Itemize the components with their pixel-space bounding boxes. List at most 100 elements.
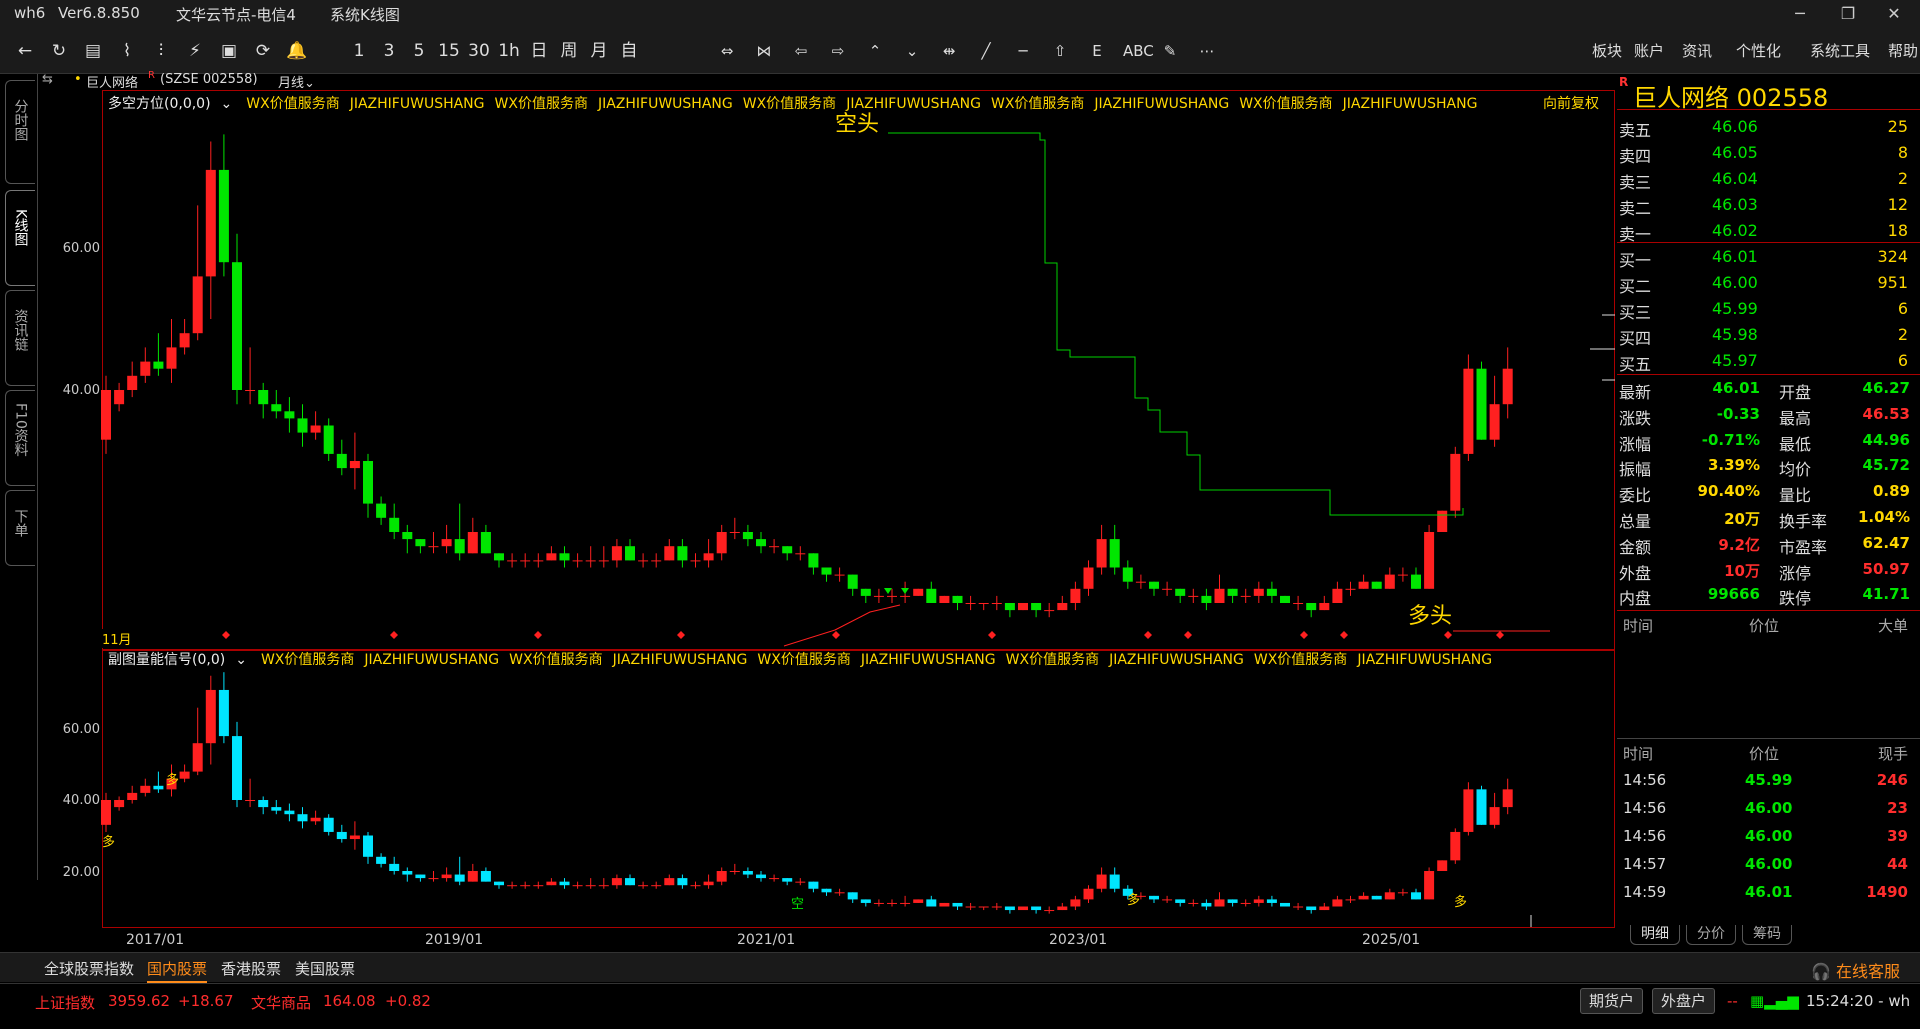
candle-body [965,603,976,604]
sub-candle-body [1214,899,1225,907]
bid-price: 45.98 [1712,325,1758,344]
market-tab-1[interactable]: 国内股票 [147,958,208,983]
candle-body [1149,581,1159,589]
tick-time: 14:56 [1623,827,1667,845]
bid-row[interactable]: 买四 45.98 2 [1617,322,1920,348]
ask-row[interactable]: 卖四 46.05 8 [1617,140,1920,166]
bid-row[interactable]: 买二 46.00 951 [1617,270,1920,296]
ask-row[interactable]: 卖一 46.02 18 [1617,218,1920,244]
bid-label: 买二 [1619,277,1652,296]
market-tab-0[interactable]: 全球股票指数 [44,958,134,979]
candle-body [585,560,596,562]
sub-candle-body [1188,902,1199,904]
volume-signal-mark: 空 [791,897,804,912]
candle-body [205,169,216,277]
sub-candle-body [1345,899,1356,901]
stat-value: 1.04% [1857,508,1910,526]
stat-label: 涨跌 [1619,408,1652,428]
quote-tab-2[interactable]: 筹码 [1742,925,1792,945]
ask-row[interactable]: 卖二 46.03 12 [1617,192,1920,218]
sub-candle-body [1018,906,1028,911]
sub-candle-body [1306,906,1317,911]
candle-body [1031,603,1042,611]
sub-candle-body [1096,874,1107,889]
signal-diamond [1496,631,1504,639]
candle-body [153,361,164,369]
candle-body [1122,567,1133,582]
tick-volume: 1490 [1866,883,1908,901]
futures-account-button[interactable]: 期货户 [1580,988,1644,1014]
stat-value: -0.33 [1716,404,1760,423]
candle-body [795,553,806,555]
sub-candle-body [742,871,753,875]
stat-label: 均价 [1779,460,1812,480]
commodity-index-name[interactable]: 文华商品 [251,992,311,1013]
col-volume: 大单 [1877,617,1908,635]
bid-row[interactable]: 买五 45.97 6 [1617,348,1920,374]
candle-body [127,375,138,390]
candle-body [664,546,675,561]
candle-body [782,546,793,554]
stat-label: 跌停 [1779,589,1812,609]
sub-candle-body [1411,892,1421,900]
candle-body [887,595,897,597]
sub-candle-body [729,871,740,872]
ask-row[interactable]: 卖三 46.04 2 [1617,166,1920,192]
sub-candle-body [1201,902,1212,907]
candle-body [1188,595,1199,597]
tick-volume: 23 [1887,799,1908,817]
sub-candle-body [1266,899,1277,903]
candle-body [716,532,727,554]
candle-body [1057,603,1068,611]
stat-label: 内盘 [1619,589,1652,609]
sub-candle-body [952,902,963,907]
tick-price: 46.00 [1745,799,1793,817]
sub-candle-body [323,817,334,832]
bid-label: 买三 [1619,303,1652,322]
quote-title: 巨人网络 002558 [1633,78,1828,113]
candle-body [1463,368,1474,454]
candle-body [363,461,373,504]
stat-label: 总量 [1619,512,1652,531]
y-tick-label: 20.00 [62,865,100,880]
index-name[interactable]: 上证指数 [35,992,95,1013]
x-tick-label: 2019/01 [425,932,484,948]
divider [1617,242,1920,243]
sub-candle-body [205,689,216,744]
candle-body [900,595,911,597]
market-tab-3[interactable]: 美国股票 [295,958,355,979]
foreign-account-button[interactable]: 外盘户 [1652,988,1716,1014]
sub-candle-body [127,792,138,800]
tick-row: 14:56 45.99 246 [1617,768,1920,794]
ask-row[interactable]: 卖五 46.06 25 [1617,114,1920,140]
online-service-button[interactable]: 🎧 在线客服 [1811,958,1900,982]
market-tab-2[interactable]: 香港股票 [221,958,281,979]
candle-body [349,461,360,469]
x-tick-label: 2023/01 [1049,932,1108,948]
ask-volume: 25 [1887,117,1908,136]
sub-candle-body [664,878,675,886]
stat-value: 90.40% [1697,482,1760,501]
candle-body [1424,532,1435,589]
sub-candle-body [821,888,832,893]
candle-body [939,595,950,603]
candle-body [232,262,242,390]
sub-candle-body [153,785,164,790]
big-order-header: 时间 价位 大单 [1617,612,1920,638]
candle-body [677,546,688,561]
quote-tab-0[interactable]: 明细 [1630,925,1680,945]
connection-icon: ▦▂▄▆ [1750,992,1799,1010]
candle-body [1489,404,1500,440]
sub-candle-body [363,835,373,857]
sub-candle-body [991,906,1002,908]
bid-row[interactable]: 买一 46.01 324 [1617,244,1920,270]
bid-row[interactable]: 买三 45.99 6 [1617,296,1920,322]
candle-body [1162,588,1173,590]
sub-candle-body [1253,899,1264,903]
candle-body [441,539,452,547]
y-tick-label: 60.00 [62,722,100,737]
quote-tab-1[interactable]: 分价 [1686,925,1736,945]
tick-volume: 246 [1876,771,1908,789]
short-stop-line [888,132,1464,516]
sub-candle-body [258,800,269,808]
